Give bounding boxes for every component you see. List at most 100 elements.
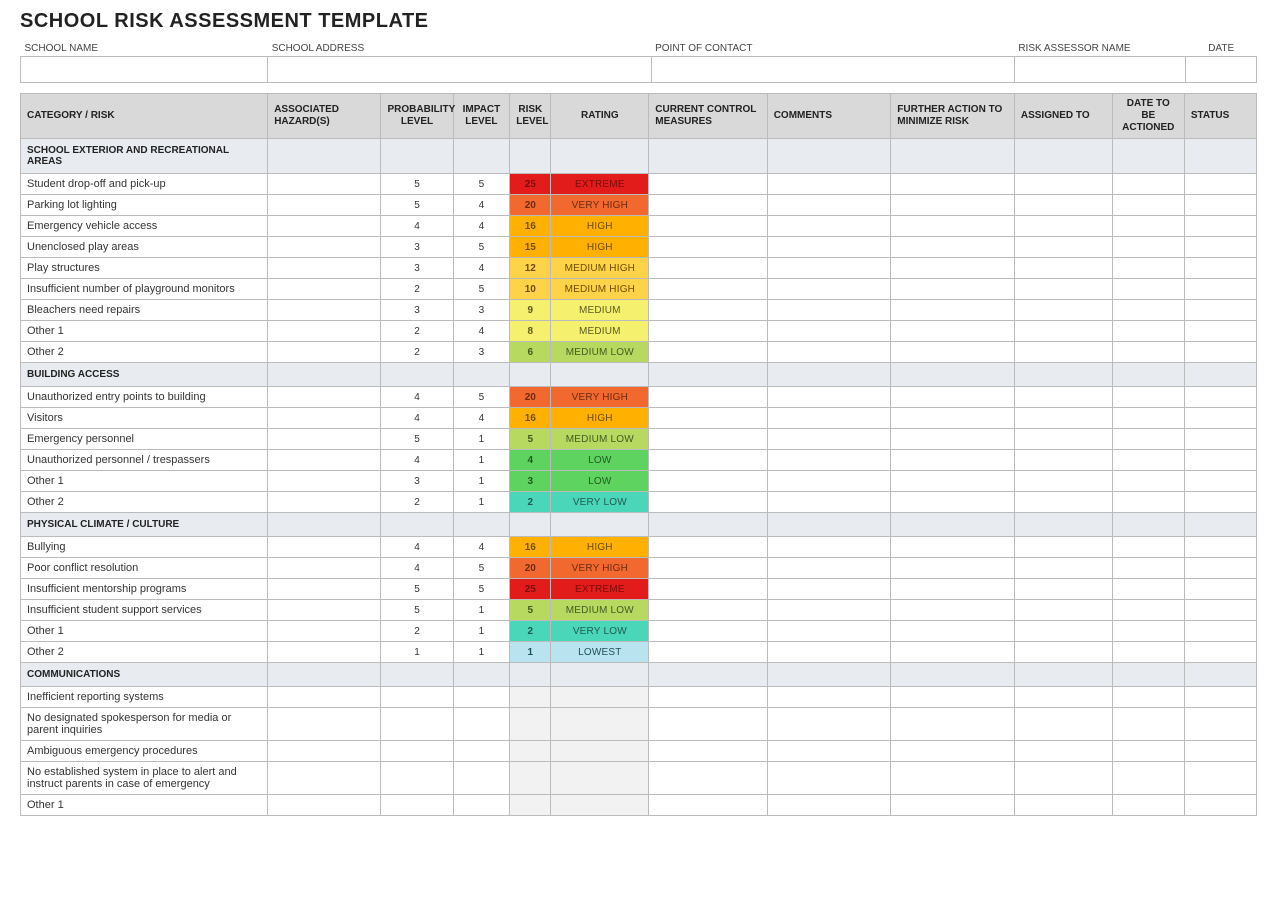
cell-prob[interactable]: 3: [381, 237, 453, 258]
cell-prob[interactable]: 4: [381, 387, 453, 408]
cell-status[interactable]: [1184, 762, 1256, 795]
cell-further[interactable]: [891, 342, 1015, 363]
cell-assigned[interactable]: [1014, 408, 1112, 429]
cell-control[interactable]: [649, 342, 767, 363]
cell-actioned[interactable]: [1112, 642, 1184, 663]
cell-prob[interactable]: 2: [381, 621, 453, 642]
cell-further[interactable]: [891, 195, 1015, 216]
cell-actioned[interactable]: [1112, 795, 1184, 816]
cell-actioned[interactable]: [1112, 762, 1184, 795]
cell-impact[interactable]: 4: [453, 258, 510, 279]
cell-comments[interactable]: [767, 492, 891, 513]
cell-comments[interactable]: [767, 300, 891, 321]
cell-control[interactable]: [649, 450, 767, 471]
cell-risk-name[interactable]: Visitors: [21, 408, 268, 429]
cell-assigned[interactable]: [1014, 429, 1112, 450]
cell-prob[interactable]: 2: [381, 321, 453, 342]
cell-further[interactable]: [891, 687, 1015, 708]
cell-control[interactable]: [649, 279, 767, 300]
cell-hazards[interactable]: [268, 600, 381, 621]
cell-comments[interactable]: [767, 279, 891, 300]
cell-status[interactable]: [1184, 387, 1256, 408]
cell-actioned[interactable]: [1112, 342, 1184, 363]
cell-actioned[interactable]: [1112, 387, 1184, 408]
cell-prob[interactable]: 3: [381, 471, 453, 492]
cell-control[interactable]: [649, 621, 767, 642]
cell-impact[interactable]: 4: [453, 321, 510, 342]
cell-risk-name[interactable]: Emergency vehicle access: [21, 216, 268, 237]
cell-assigned[interactable]: [1014, 237, 1112, 258]
cell-assigned[interactable]: [1014, 621, 1112, 642]
cell-actioned[interactable]: [1112, 600, 1184, 621]
cell-actioned[interactable]: [1112, 300, 1184, 321]
cell-comments[interactable]: [767, 795, 891, 816]
cell-impact[interactable]: 3: [453, 300, 510, 321]
cell-assigned[interactable]: [1014, 579, 1112, 600]
cell-control[interactable]: [649, 741, 767, 762]
cell-risk-name[interactable]: Bullying: [21, 537, 268, 558]
cell-impact[interactable]: 4: [453, 537, 510, 558]
cell-impact[interactable]: 5: [453, 387, 510, 408]
cell-actioned[interactable]: [1112, 471, 1184, 492]
cell-prob[interactable]: 4: [381, 537, 453, 558]
cell-actioned[interactable]: [1112, 492, 1184, 513]
cell-impact[interactable]: [453, 687, 510, 708]
cell-impact[interactable]: 5: [453, 279, 510, 300]
cell-hazards[interactable]: [268, 537, 381, 558]
cell-status[interactable]: [1184, 279, 1256, 300]
cell-risk-name[interactable]: Other 2: [21, 492, 268, 513]
cell-status[interactable]: [1184, 408, 1256, 429]
cell-actioned[interactable]: [1112, 195, 1184, 216]
cell-impact[interactable]: 1: [453, 429, 510, 450]
cell-status[interactable]: [1184, 492, 1256, 513]
cell-risk-name[interactable]: No designated spokesperson for media or …: [21, 708, 268, 741]
cell-assigned[interactable]: [1014, 258, 1112, 279]
cell-status[interactable]: [1184, 687, 1256, 708]
cell-hazards[interactable]: [268, 174, 381, 195]
cell-further[interactable]: [891, 408, 1015, 429]
cell-prob[interactable]: 5: [381, 579, 453, 600]
cell-further[interactable]: [891, 471, 1015, 492]
cell-control[interactable]: [649, 492, 767, 513]
cell-further[interactable]: [891, 762, 1015, 795]
cell-assigned[interactable]: [1014, 558, 1112, 579]
cell-assigned[interactable]: [1014, 537, 1112, 558]
cell-assigned[interactable]: [1014, 762, 1112, 795]
cell-hazards[interactable]: [268, 279, 381, 300]
cell-impact[interactable]: 4: [453, 195, 510, 216]
cell-impact[interactable]: 5: [453, 174, 510, 195]
cell-prob[interactable]: 4: [381, 450, 453, 471]
cell-control[interactable]: [649, 300, 767, 321]
cell-risk-name[interactable]: Other 1: [21, 471, 268, 492]
cell-risk-name[interactable]: Emergency personnel: [21, 429, 268, 450]
cell-impact[interactable]: 5: [453, 558, 510, 579]
cell-assigned[interactable]: [1014, 300, 1112, 321]
cell-assigned[interactable]: [1014, 708, 1112, 741]
cell-control[interactable]: [649, 642, 767, 663]
cell-hazards[interactable]: [268, 429, 381, 450]
cell-comments[interactable]: [767, 687, 891, 708]
cell-prob[interactable]: 4: [381, 408, 453, 429]
cell-status[interactable]: [1184, 450, 1256, 471]
cell-risk-name[interactable]: Other 1: [21, 321, 268, 342]
cell-hazards[interactable]: [268, 579, 381, 600]
cell-prob[interactable]: 2: [381, 342, 453, 363]
cell-status[interactable]: [1184, 795, 1256, 816]
cell-comments[interactable]: [767, 708, 891, 741]
cell-risk-name[interactable]: Play structures: [21, 258, 268, 279]
cell-assigned[interactable]: [1014, 471, 1112, 492]
cell-control[interactable]: [649, 537, 767, 558]
cell-actioned[interactable]: [1112, 579, 1184, 600]
cell-status[interactable]: [1184, 237, 1256, 258]
cell-further[interactable]: [891, 216, 1015, 237]
cell-hazards[interactable]: [268, 762, 381, 795]
cell-actioned[interactable]: [1112, 741, 1184, 762]
cell-status[interactable]: [1184, 258, 1256, 279]
cell-control[interactable]: [649, 795, 767, 816]
cell-impact[interactable]: 1: [453, 471, 510, 492]
cell-actioned[interactable]: [1112, 537, 1184, 558]
cell-comments[interactable]: [767, 408, 891, 429]
cell-actioned[interactable]: [1112, 216, 1184, 237]
cell-hazards[interactable]: [268, 300, 381, 321]
cell-control[interactable]: [649, 408, 767, 429]
